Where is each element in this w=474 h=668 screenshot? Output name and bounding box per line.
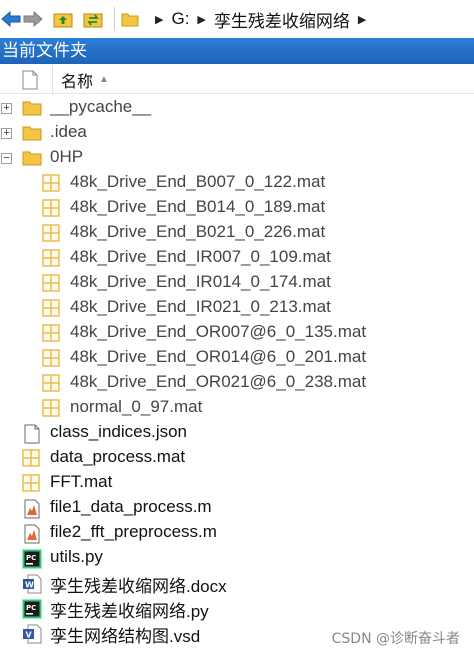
mat-file-icon [42, 274, 60, 292]
file-name: 孪生网络结构图.vsd [50, 627, 201, 646]
tree-file-row[interactable]: 48k_Drive_End_IR021_0_213.mat [0, 296, 474, 321]
file-type-icon [22, 70, 38, 89]
pane-title: 当前文件夹 [0, 38, 474, 64]
column-divider[interactable] [52, 65, 53, 94]
file-name: 0HP [50, 147, 84, 166]
file-name: file1_data_process.m [50, 497, 212, 516]
breadcrumb-arrow-icon[interactable]: ▶ [197, 13, 205, 26]
tree-folder-row[interactable]: + __pycache__ [0, 96, 474, 121]
tree-file-row[interactable]: 48k_Drive_End_OR014@6_0_201.mat [0, 346, 474, 371]
tree-file-row[interactable]: PC 孪生残差收缩网络.py [0, 596, 474, 621]
file-name: __pycache__ [50, 97, 152, 116]
mat-file-icon [42, 224, 60, 242]
tree-file-row[interactable]: W 孪生残差收缩网络.docx [0, 571, 474, 596]
mat-file-icon [42, 399, 60, 417]
word-document-icon: W [23, 574, 42, 593]
file-name: class_indices.json [50, 422, 188, 441]
name-column-header[interactable]: 名称 [61, 68, 93, 92]
svg-text:PC: PC [26, 554, 36, 562]
breadcrumb-arrow-icon[interactable]: ▶ [155, 13, 163, 26]
folder-up-icon [53, 13, 73, 28]
tree-file-row[interactable]: 48k_Drive_End_IR014_0_174.mat [0, 271, 474, 296]
folder-icon [22, 101, 42, 116]
address-bar: ▶ G: ▶ 孪生残差收缩网络 ▶ [0, 0, 474, 38]
svg-text:V: V [26, 630, 33, 639]
expand-icon[interactable]: + [1, 128, 12, 139]
tree-file-row[interactable]: data_process.mat [0, 446, 474, 471]
mat-file-icon [42, 349, 60, 367]
visio-file-icon: V [23, 624, 42, 643]
matlab-script-icon [24, 524, 40, 543]
file-name: data_process.mat [50, 447, 186, 466]
file-name: 孪生残差收缩网络.py [50, 602, 209, 621]
breadcrumb-folder[interactable]: 孪生残差收缩网络 [214, 7, 350, 32]
tree-file-row[interactable]: FFT.mat [0, 471, 474, 496]
tree-file-row[interactable]: normal_0_97.mat [0, 396, 474, 421]
tree-file-row[interactable]: 48k_Drive_End_OR007@6_0_135.mat [0, 321, 474, 346]
file-name: 48k_Drive_End_OR021@6_0_238.mat [70, 372, 367, 391]
tree-file-row[interactable]: 48k_Drive_End_B007_0_122.mat [0, 171, 474, 196]
breadcrumb-arrow-icon[interactable]: ▶ [358, 13, 366, 26]
pycharm-file-icon: PC [22, 599, 42, 618]
file-name: 孪生残差收缩网络.docx [50, 577, 227, 596]
file-name: utils.py [50, 547, 103, 566]
file-name: FFT.mat [50, 472, 113, 491]
watermark: CSDN @诊断奋斗者 [331, 631, 460, 647]
mat-file-icon [42, 374, 60, 392]
tree-file-row[interactable]: class_indices.json [0, 421, 474, 446]
file-name: 48k_Drive_End_B021_0_226.mat [70, 222, 326, 241]
breadcrumb-drive[interactable]: G: [171, 9, 189, 29]
sort-ascending-icon[interactable]: ▲ [99, 74, 109, 85]
mat-file-icon [42, 199, 60, 217]
forward-button[interactable] [22, 8, 44, 30]
svg-text:W: W [25, 580, 34, 589]
json-file-icon [24, 424, 40, 443]
collapse-icon[interactable]: − [1, 153, 12, 164]
expand-icon[interactable]: + [1, 103, 12, 114]
mat-file-icon [42, 299, 60, 317]
mat-file-icon [42, 174, 60, 192]
browse-folder-icon [83, 13, 103, 28]
file-name: .idea [50, 122, 87, 141]
file-name: 48k_Drive_End_OR007@6_0_135.mat [70, 322, 367, 341]
tree-file-row[interactable]: PC utils.py [0, 546, 474, 571]
tree-file-row[interactable]: 48k_Drive_End_B021_0_226.mat [0, 221, 474, 246]
tree-file-row[interactable]: file1_data_process.m [0, 496, 474, 521]
tree-file-row[interactable]: 48k_Drive_End_OR021@6_0_238.mat [0, 371, 474, 396]
file-name: normal_0_97.mat [70, 397, 203, 416]
file-name: 48k_Drive_End_IR014_0_174.mat [70, 272, 331, 291]
column-header: 名称 ▲ [0, 65, 474, 94]
tree-file-row[interactable]: 48k_Drive_End_IR007_0_109.mat [0, 246, 474, 271]
mat-file-icon [42, 249, 60, 267]
pycharm-file-icon: PC [22, 549, 42, 568]
back-button[interactable] [0, 8, 22, 30]
file-name: file2_fft_preprocess.m [50, 522, 217, 541]
file-name: 48k_Drive_End_B014_0_189.mat [70, 197, 326, 216]
folder-icon [22, 126, 42, 141]
browse-folder-button[interactable] [82, 8, 104, 30]
up-folder-button[interactable] [52, 8, 74, 30]
tree-folder-row[interactable]: − 0HP [0, 146, 474, 171]
tree-file-row[interactable]: file2_fft_preprocess.m [0, 521, 474, 546]
tree-file-row[interactable]: 48k_Drive_End_B014_0_189.mat [0, 196, 474, 221]
forward-arrow-icon [23, 11, 43, 27]
file-name: 48k_Drive_End_B007_0_122.mat [70, 172, 326, 191]
mat-file-icon [42, 324, 60, 342]
address-divider [114, 7, 115, 31]
tree-folder-row[interactable]: + .idea [0, 121, 474, 146]
file-name: 48k_Drive_End_OR014@6_0_201.mat [70, 347, 367, 366]
mat-file-icon [22, 474, 40, 492]
file-name: 48k_Drive_End_IR021_0_213.mat [70, 297, 331, 316]
matlab-script-icon [24, 499, 40, 518]
svg-text:PC: PC [26, 604, 36, 612]
file-name: 48k_Drive_End_IR007_0_109.mat [70, 247, 331, 266]
folder-icon [121, 13, 139, 27]
mat-file-icon [22, 449, 40, 467]
back-arrow-icon [1, 11, 21, 27]
folder-icon [22, 151, 42, 166]
